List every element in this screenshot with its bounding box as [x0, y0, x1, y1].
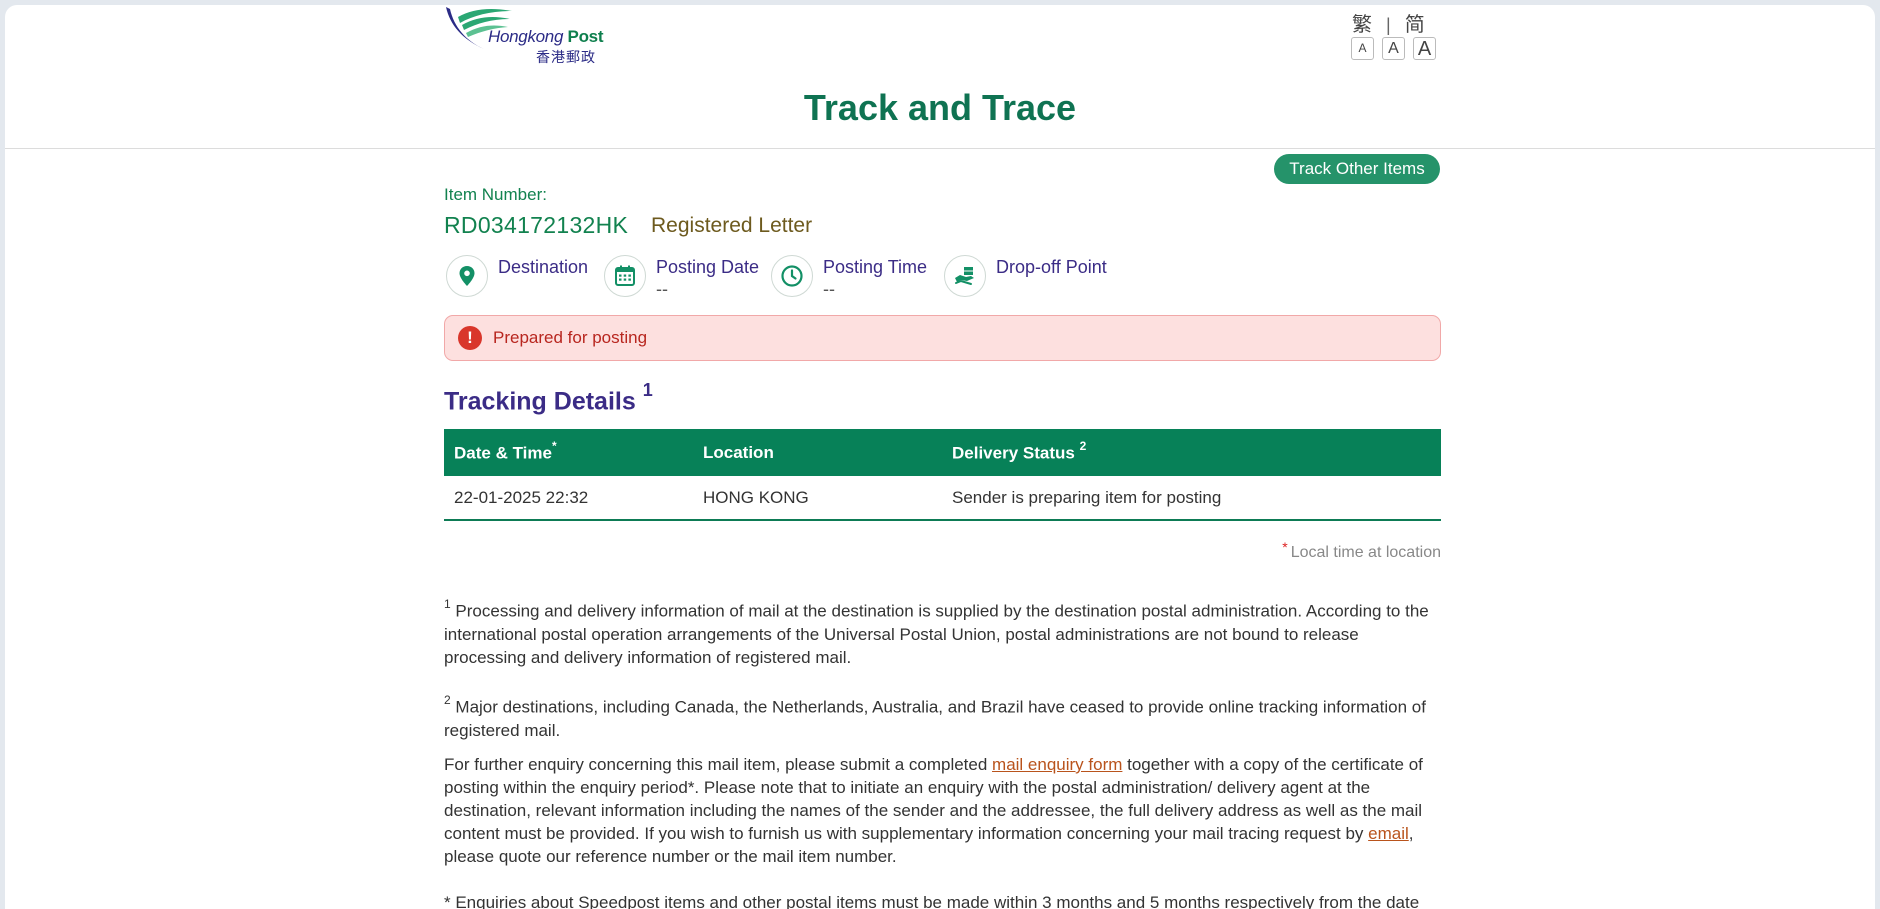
row-location: HONG KONG — [693, 476, 942, 521]
tracking-details-title: Tracking Details — [444, 387, 636, 416]
header-divider — [5, 148, 1875, 149]
footnote-1: 1 Processing and delivery information of… — [444, 595, 1441, 669]
logo-text-zh: 香港郵政 — [536, 49, 596, 65]
col-date-time: Date & Time* — [444, 429, 693, 476]
info-posting-date: Posting Date -- — [604, 255, 764, 303]
status-alert: ! Prepared for posting — [444, 315, 1441, 361]
row-delivery-status: Sender is preparing item for posting — [942, 476, 1441, 521]
dropoff-icon-circle — [944, 255, 986, 297]
footnote-2-marker: 2 — [444, 693, 451, 707]
footnote-ref-1: 1 — [642, 380, 653, 400]
footnote-2: 2 Major destinations, including Canada, … — [444, 691, 1441, 742]
item-number: RD034172132HK — [444, 212, 629, 238]
local-time-note: * Local time at location — [1105, 539, 1441, 562]
footnote-1-marker: 1 — [444, 597, 451, 611]
hand-over-parcel-icon — [955, 267, 974, 285]
status-alert-text: Prepared for posting — [493, 328, 648, 347]
hongkong-post-logo[interactable]: Hongkong Post 香港郵政 — [444, 5, 604, 65]
enquiry-text-1: For further enquiry concerning this mail… — [444, 755, 993, 774]
destination-icon-circle — [446, 255, 488, 297]
font-small-button[interactable]: A — [1351, 37, 1374, 60]
lang-separator: | — [1386, 15, 1391, 35]
row-date-time: 22-01-2025 22:32 — [444, 476, 693, 521]
local-time-star: * — [1282, 539, 1288, 555]
footnote-1-text: Processing and delivery information of m… — [444, 601, 1429, 667]
col-delivery-status: Delivery Status 2 — [942, 429, 1441, 476]
track-other-items-button[interactable]: Track Other Items — [1274, 154, 1440, 184]
font-large-button[interactable]: A — [1413, 37, 1436, 60]
mail-enquiry-form-link[interactable]: mail enquiry form — [992, 755, 1122, 774]
clock-icon — [781, 265, 803, 287]
info-destination: Destination — [446, 255, 596, 303]
posting-time-label: Posting Time — [823, 257, 928, 277]
tracking-details-heading: Tracking Details 1 — [444, 380, 653, 416]
logo-text-en: Hongkong Post — [488, 27, 604, 46]
table-row: 22-01-2025 22:32 HONG KONG Sender is pre… — [444, 476, 1441, 521]
page-title: Track and Trace — [803, 87, 1077, 128]
posting-date-icon-circle — [604, 255, 646, 297]
item-type: Registered Letter — [651, 214, 813, 237]
posting-time-icon-circle — [771, 255, 813, 297]
location-pin-icon — [459, 266, 475, 286]
language-switch: 繁 | 简 — [1352, 8, 1425, 37]
lang-simplified-link[interactable]: 简 — [1405, 8, 1425, 37]
lang-traditional-link[interactable]: 繁 — [1352, 8, 1372, 37]
posting-date-value: -- — [656, 279, 668, 299]
enquiry-paragraph: For further enquiry concerning this mail… — [444, 753, 1441, 868]
enquiry-period-note: * Enquiries about Speedpost items and ot… — [444, 893, 1420, 909]
info-dropoff-point: Drop-off Point — [944, 255, 1124, 303]
item-number-label: Item Number: — [444, 185, 547, 204]
col-location: Location — [693, 429, 942, 476]
local-time-text: Local time at location — [1290, 544, 1441, 561]
font-size-controls: A A A — [1351, 37, 1436, 60]
page: Hongkong Post 香港郵政 繁 | 简 A A A Track and T… — [5, 5, 1875, 909]
email-link[interactable]: email — [1368, 824, 1409, 843]
destination-label: Destination — [498, 257, 589, 277]
dropoff-label: Drop-off Point — [996, 257, 1107, 277]
exclamation-icon: ! — [458, 326, 482, 350]
calendar-icon — [615, 265, 635, 286]
posting-date-label: Posting Date — [656, 257, 760, 277]
font-medium-button[interactable]: A — [1382, 37, 1405, 60]
table-header-row: Date & Time* Location Delivery Status 2 — [444, 429, 1441, 476]
footnote-2-text: Major destinations, including Canada, th… — [444, 697, 1426, 740]
tracking-table: Date & Time* Location Delivery Status 2 … — [444, 429, 1441, 521]
info-posting-time: Posting Time -- — [771, 255, 931, 303]
posting-time-value: -- — [823, 279, 835, 299]
